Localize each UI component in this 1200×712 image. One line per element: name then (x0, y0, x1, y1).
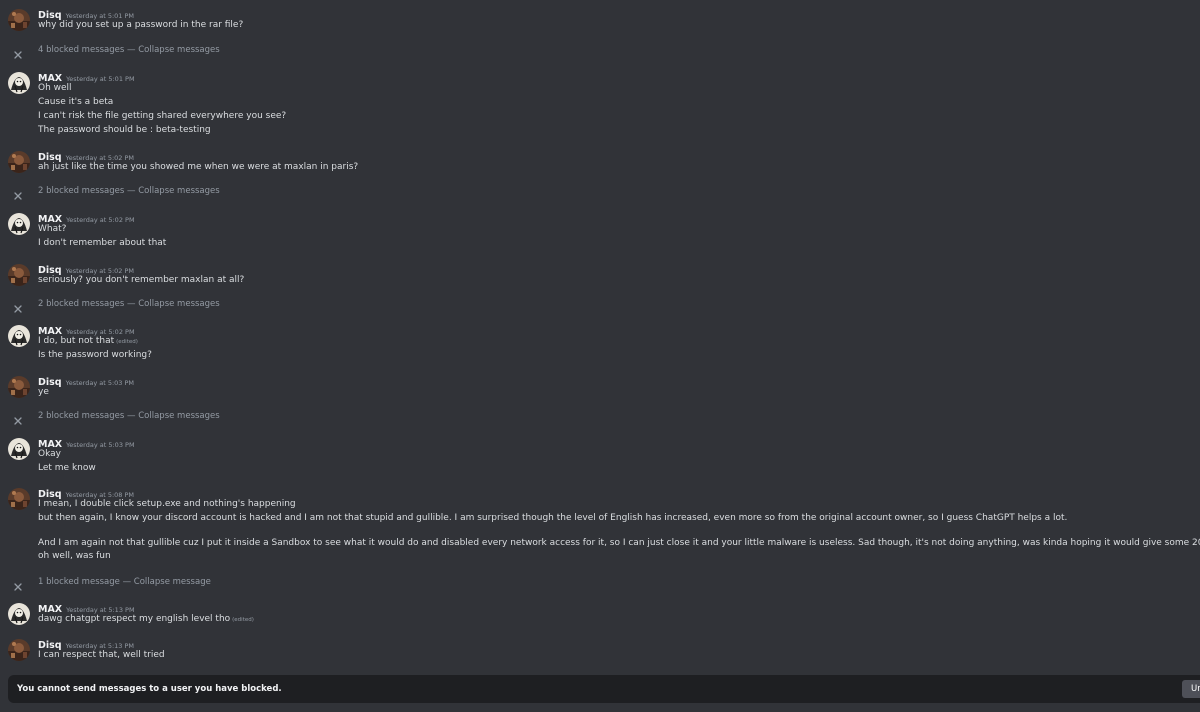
edited-tag: (edited) (232, 617, 254, 623)
blocked-messages-row: 2 blocked messages — Collapse messages (0, 297, 1200, 313)
timestamp: Yesterday at 5:02 PM (66, 216, 135, 224)
message-text: oh well, was fun (38, 551, 111, 561)
avatar-max[interactable] (8, 438, 30, 460)
message-text: The password should be : beta-testing (38, 125, 211, 135)
blocked-count: 1 blocked message (38, 577, 120, 587)
message-text: Is the password working? (38, 350, 152, 360)
close-icon[interactable] (13, 186, 23, 200)
close-icon[interactable] (13, 411, 23, 425)
close-icon[interactable] (13, 577, 23, 591)
message-text: And I am again not that gullible cuz I p… (38, 535, 1200, 550)
message-text: I mean, I double click setup.exe and not… (38, 499, 296, 509)
avatar-disq[interactable] (8, 639, 30, 661)
message-text: Okay (38, 449, 61, 459)
blocked-messages-row: 2 blocked messages — Collapse messages (0, 184, 1200, 200)
close-icon[interactable] (13, 45, 23, 59)
blocked-messages-row: 2 blocked messages — Collapse messages (0, 409, 1200, 425)
collapse-messages-link[interactable]: Collapse messages (138, 411, 219, 421)
collapse-messages-link[interactable]: Collapse messages (138, 45, 219, 55)
message-text: dawg chatgpt respect my english level th… (38, 612, 254, 627)
blocked-notice-text: You cannot send messages to a user you h… (17, 684, 282, 694)
blocked-count: 2 blocked messages (38, 411, 125, 421)
chat-log: Disq Yesterday at 5:01 PM why did you set… (0, 0, 1200, 675)
avatar-disq[interactable] (8, 376, 30, 398)
blocked-count: 4 blocked messages (38, 45, 125, 55)
timestamp: Yesterday at 5:03 PM (65, 379, 135, 387)
message-text: Oh well (38, 83, 72, 93)
timestamp: Yesterday at 5:03 PM (66, 441, 135, 449)
message-text: Let me know (38, 463, 96, 473)
message-text: Cause it's a beta (38, 97, 114, 107)
message-text: I can respect that, well tried (38, 650, 165, 660)
message-body: And I am again not that gullible cuz I p… (38, 538, 1200, 548)
avatar-max[interactable] (8, 325, 30, 347)
message-text: I do, but not that (edited) (38, 334, 138, 349)
blocked-messages-row: 4 blocked messages — Collapse messages (0, 43, 1200, 59)
avatar-max[interactable] (8, 213, 30, 235)
unblock-button[interactable]: Unblock (1182, 680, 1200, 698)
avatar-disq[interactable] (8, 264, 30, 286)
message-body: I do, but not that (38, 336, 115, 346)
collapse-messages-link[interactable]: Collapse message (134, 577, 211, 587)
avatar-disq[interactable] (8, 488, 30, 510)
message-text: ye (38, 387, 49, 397)
avatar-disq[interactable] (8, 151, 30, 173)
message-text: why did you set up a password in the rar… (38, 20, 244, 30)
avatar-max[interactable] (8, 603, 30, 625)
avatar-disq[interactable] (8, 9, 30, 31)
close-icon[interactable] (13, 299, 23, 313)
message-text: but then again, I know your discord acco… (38, 513, 1068, 523)
collapse-messages-link[interactable]: Collapse messages (138, 186, 219, 196)
timestamp: Yesterday at 5:01 PM (66, 75, 135, 83)
message-text: I can't risk the file getting shared eve… (38, 111, 287, 121)
edited-tag: (edited) (116, 339, 138, 345)
message-text: I don't remember about that (38, 238, 167, 248)
message-text: What? (38, 224, 67, 234)
message-text: seriously? you don't remember maxlan at … (38, 275, 245, 285)
avatar-max[interactable] (8, 72, 30, 94)
blocked-count: 2 blocked messages (38, 186, 125, 196)
blocked-messages-row: 1 blocked message — Collapse message (0, 575, 1200, 591)
blocked-count: 2 blocked messages (38, 299, 125, 309)
blocked-user-notice-bar: You cannot send messages to a user you h… (8, 675, 1200, 703)
collapse-messages-link[interactable]: Collapse messages (138, 299, 219, 309)
message-body: dawg chatgpt respect my english level th… (38, 614, 231, 624)
message-text: ah just like the time you showed me when… (38, 162, 359, 172)
